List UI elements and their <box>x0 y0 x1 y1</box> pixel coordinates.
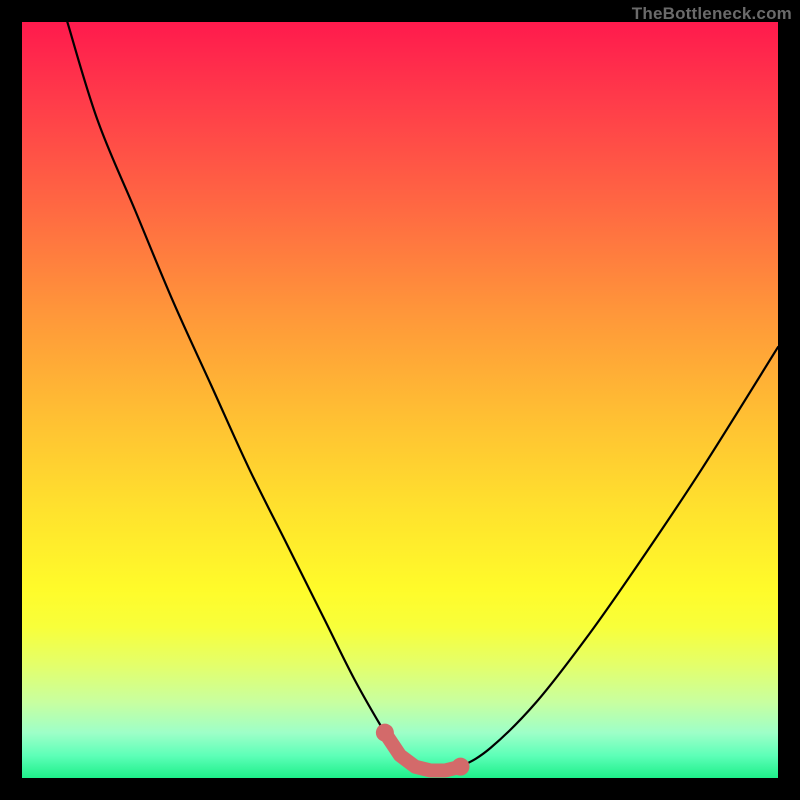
optimal-range-end-icon <box>376 724 394 742</box>
optimal-range-end-icon <box>451 758 469 776</box>
chart-canvas: TheBottleneck.com <box>0 0 800 800</box>
optimal-range-segment <box>385 733 461 771</box>
plot-area <box>22 22 778 778</box>
bottleneck-curve-path <box>67 22 778 771</box>
chart-overlay-svg <box>22 22 778 778</box>
optimal-range-marker-group <box>376 724 470 776</box>
watermark-text: TheBottleneck.com <box>632 4 792 24</box>
